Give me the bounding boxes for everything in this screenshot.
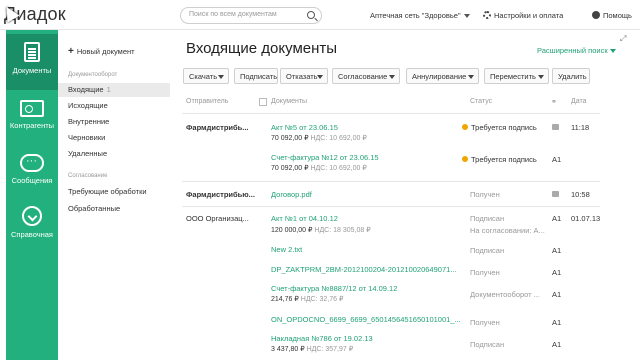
status-badge: Требуется подпись (462, 155, 537, 164)
status-badge: Получен (470, 318, 500, 327)
chevron-down-icon (218, 75, 224, 79)
sidebar-item-requires-processing[interactable]: Требующие обработки (58, 185, 170, 199)
chevron-down-icon (609, 49, 616, 54)
document-link[interactable]: New 2.txt (271, 245, 302, 254)
document-link[interactable]: Акт №5 от 23.06.15 (271, 123, 338, 132)
delete-button[interactable]: Удалить (552, 68, 590, 84)
expand-icon[interactable]: ⤢ (620, 34, 626, 44)
reject-button[interactable]: Отказать (280, 68, 328, 84)
status-badge: Требуется подпись (462, 123, 537, 132)
header-status[interactable]: Статус (470, 98, 492, 105)
nav-messages[interactable]: Сообщения (6, 146, 58, 202)
help-icon (592, 11, 600, 19)
settings-link[interactable]: Настройки и оплата (483, 11, 563, 20)
message-icon (552, 191, 559, 197)
status-badge: Получен (470, 190, 500, 199)
messages-icon (20, 154, 44, 172)
help-center-icon (22, 206, 42, 226)
row-date: 10:58 (571, 190, 590, 199)
status-dot-icon (462, 124, 468, 130)
sidebar-item-deleted[interactable]: Удаленные (58, 147, 170, 161)
document-link[interactable]: Счет-фактура №12 от 23.06.15 (271, 153, 379, 162)
organization-selector[interactable]: Аптечная сеть "Здоровье" (370, 11, 470, 20)
row-user: A1 (552, 340, 562, 349)
message-icon (552, 124, 559, 130)
document-link[interactable]: ON_OPDOCNO_6699_6699_6501456451650101001… (271, 315, 461, 324)
chevron-down-icon (317, 75, 323, 79)
document-link[interactable]: Счет-фактура №8887/12 от 14.09.12 (271, 284, 397, 293)
status-badge: Документооборот ... (470, 290, 540, 299)
help-link[interactable]: Помощь (592, 11, 632, 20)
advanced-search-link[interactable]: Расширенный поиск (537, 46, 616, 55)
plus-icon: + (68, 46, 74, 57)
row-user: A1 (552, 318, 562, 327)
row-date: 11:18 (571, 123, 590, 132)
search-placeholder: Поиск по всем документам (189, 11, 277, 18)
download-button[interactable]: Скачать (183, 68, 229, 84)
chevron-down-icon (389, 75, 395, 79)
status-badge: Подписан (470, 340, 505, 349)
divider (182, 206, 600, 207)
chevron-down-icon (538, 75, 544, 79)
document-link[interactable]: Акт №1 от 04.10.12 (271, 214, 338, 223)
status-badge: Подписан (470, 214, 505, 223)
sign-button[interactable]: Подписать (234, 68, 278, 84)
document-amount: 70 092,00 ₽ НДС: 10 692,00 ₽ (271, 165, 367, 172)
chevron-down-icon (468, 75, 474, 79)
search-input[interactable]: Поиск по всем документам (180, 7, 322, 24)
document-amount: 70 092,00 ₽ НДС: 10 692,00 ₽ (271, 135, 367, 142)
status-dot-icon (462, 156, 468, 162)
documents-icon (24, 42, 40, 62)
inbox-count: 1 (106, 85, 111, 94)
document-amount: 3 437,80 ₽ НДС: 357,97 ₽ (271, 346, 354, 353)
sidebar-item-inbox[interactable]: Входящие 1 (58, 83, 170, 97)
document-amount: 214,76 ₽ НДС: 32,76 ₽ (271, 296, 344, 303)
sidebar-item-processed[interactable]: Обработанные (58, 202, 170, 216)
row-user: A1 (552, 155, 562, 164)
section-label: Согласование (68, 173, 108, 179)
row-sender: ООО Организац... (186, 214, 249, 223)
document-amount: 120 000,00 ₽ НДС: 18 305,08 ₽ (271, 227, 371, 234)
header-date[interactable]: Дата (571, 98, 587, 105)
status-badge: Получен (470, 268, 500, 277)
row-user: A1 (552, 246, 562, 255)
page-title: Входящие документы (186, 40, 338, 57)
header-users-icon: ⚭ (551, 99, 557, 106)
row-user: A1 (552, 290, 562, 299)
row-date: 01.07.13 (571, 214, 601, 223)
nav-contacts[interactable]: Контрагенты (6, 92, 58, 148)
header-sender[interactable]: Отправитель (186, 98, 228, 105)
search-icon[interactable] (307, 11, 315, 19)
document-link[interactable]: Накладная №786 от 19.02.13 (271, 334, 373, 343)
main-nav: Документы Контрагенты Сообщения Справочн… (6, 30, 58, 360)
chevron-down-icon (463, 14, 470, 19)
divider (182, 113, 600, 114)
annul-button[interactable]: Аннулирование (406, 68, 479, 84)
gear-icon (483, 11, 491, 19)
row-sender: Фармдистрибь... (186, 123, 249, 132)
header-documents[interactable]: Документы (271, 98, 307, 105)
document-link[interactable]: DP_ZAKTPRM_2BM-2012100204-20121002064907… (271, 265, 457, 274)
row-user: A1 (552, 214, 562, 223)
move-button[interactable]: Переместить (484, 68, 549, 84)
section-label: Документооборот (68, 72, 118, 78)
divider (182, 181, 600, 182)
row-user: A1 (552, 268, 562, 277)
row-sender: Фармдистрибью... (186, 190, 255, 199)
contacts-icon (20, 100, 44, 117)
status-badge: Подписан (470, 246, 505, 255)
sidebar-item-outgoing[interactable]: Исходящие (58, 99, 170, 113)
new-document-button[interactable]: + Новый документ (68, 46, 135, 57)
select-all-checkbox[interactable] (259, 98, 267, 106)
folder-sidebar: + Новый документ Документооборот Входящие… (58, 30, 170, 360)
status-detail: На согласовании: А... (470, 226, 545, 235)
nav-help-center[interactable]: Справочная (6, 198, 58, 254)
top-bar: Диадок Поиск по всем документам Аптечная… (0, 0, 640, 30)
approval-button[interactable]: Согласование (332, 68, 400, 84)
sidebar-item-internal[interactable]: Внутренние (58, 115, 170, 129)
document-link[interactable]: Договор.pdf (271, 190, 312, 199)
sidebar-item-drafts[interactable]: Черновики (58, 131, 170, 145)
nav-documents[interactable]: Документы (6, 34, 58, 90)
